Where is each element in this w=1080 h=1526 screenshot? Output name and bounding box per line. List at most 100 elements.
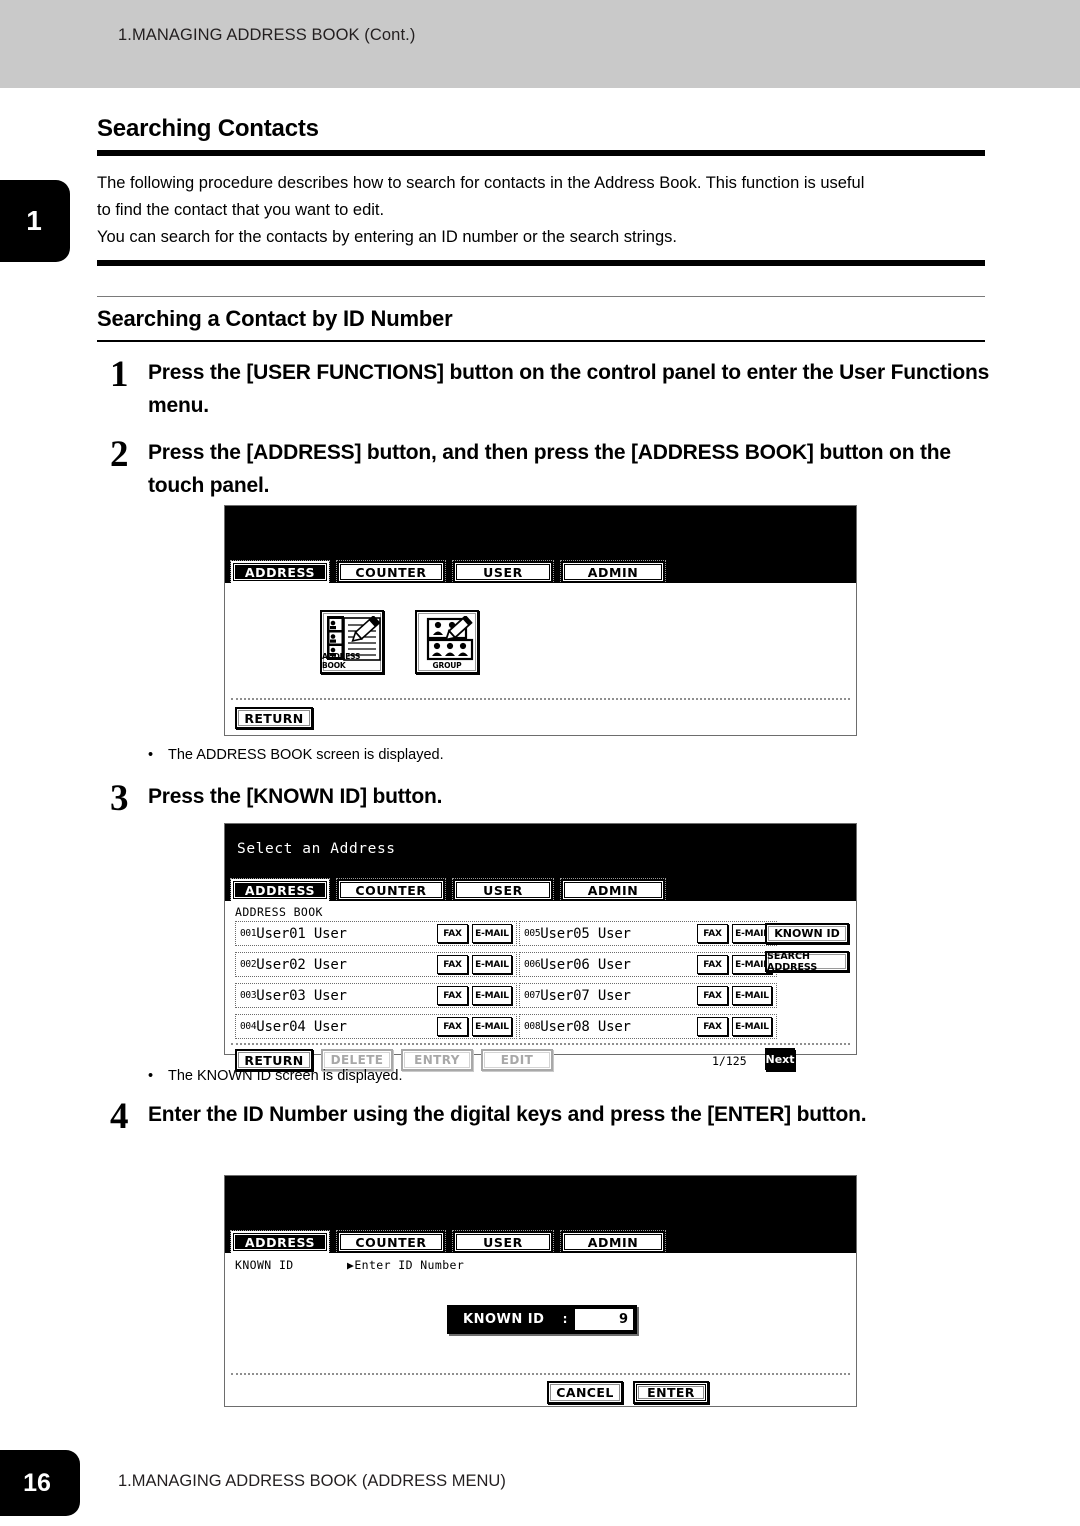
step-1: 1 Press the [USER FUNCTIONS] button on t… <box>110 356 990 422</box>
tab-counter-3[interactable]: COUNTER <box>336 1230 446 1254</box>
step-3-number: 3 <box>110 778 129 819</box>
fax-chip[interactable]: FAX <box>437 1017 468 1036</box>
running-head: 1.MANAGING ADDRESS BOOK (Cont.) <box>118 26 416 44</box>
section-title: Searching Contacts <box>97 115 319 142</box>
subsection-rule-top <box>97 296 985 297</box>
step-3: 3 Press the [KNOWN ID] button. <box>110 778 990 819</box>
tab-counter-2[interactable]: COUNTER <box>336 878 446 902</box>
email-chip[interactable]: E-MAIL <box>472 1017 512 1036</box>
row-name: User04 User <box>256 1018 347 1035</box>
step-2: 2 Press the [ADDRESS] button, and then p… <box>110 436 990 502</box>
row-id: 007 <box>524 990 541 1001</box>
note-2-text: The KNOWN ID screen is displayed. <box>168 1068 403 1084</box>
tab-address-2[interactable]: ADDRESS <box>230 878 330 902</box>
lcd-panel-known-id: ADDRESS COUNTER USER ADMIN KNOWN ID ▶Ent… <box>224 1175 857 1407</box>
note-1: • The ADDRESS BOOK screen is displayed. <box>148 747 444 763</box>
fax-chip[interactable]: FAX <box>697 955 728 974</box>
lcd-separator-2 <box>231 1043 850 1045</box>
step-2-number: 2 <box>110 434 129 475</box>
intro-line-1: The following procedure describes how to… <box>97 174 865 192</box>
tab-admin-3[interactable]: ADMIN <box>560 1230 666 1254</box>
table-row[interactable]: 004 User04 User FAX E-MAIL <box>235 1014 517 1039</box>
lcd-separator-3 <box>231 1373 850 1375</box>
lcd-body-1: ADDRESS BOOK GROUP RETURN <box>225 583 856 735</box>
section-rule-top <box>97 150 985 156</box>
tab-address-3[interactable]: ADDRESS <box>230 1230 330 1254</box>
email-chip[interactable]: E-MAIL <box>472 924 512 943</box>
table-row[interactable]: 006 User06 User FAX E-MAIL <box>519 952 777 977</box>
known-id-prompt: ▶Enter ID Number <box>347 1258 465 1272</box>
tab-counter[interactable]: COUNTER <box>336 560 446 584</box>
table-row[interactable]: 008 User08 User FAX E-MAIL <box>519 1014 777 1039</box>
entry-button[interactable]: ENTRY <box>401 1049 473 1071</box>
fax-chip[interactable]: FAX <box>697 924 728 943</box>
tab-user[interactable]: USER <box>452 560 554 584</box>
chapter-tab: 1 <box>0 180 70 262</box>
fax-chip[interactable]: FAX <box>437 955 468 974</box>
bullet-icon-1: • <box>148 747 154 763</box>
lcd-titlebar-2: Select an Address ADDRESS COUNTER USER A… <box>225 824 856 902</box>
lcd-titlebar-3: ADDRESS COUNTER USER ADMIN <box>225 1176 856 1254</box>
step-3-text: Press the [KNOWN ID] button. <box>148 785 443 808</box>
note-2: • The KNOWN ID screen is displayed. <box>148 1068 403 1084</box>
row-name: User07 User <box>540 987 631 1004</box>
subsection-rule-bottom <box>97 340 985 342</box>
table-row[interactable]: 002 User02 User FAX E-MAIL <box>235 952 517 977</box>
next-button[interactable]: Next <box>765 1048 795 1070</box>
email-chip[interactable]: E-MAIL <box>472 986 512 1005</box>
enter-button[interactable]: ENTER <box>633 1381 709 1404</box>
row-name: User01 User <box>256 925 347 942</box>
email-chip[interactable]: E-MAIL <box>732 1017 772 1036</box>
lcd-body-2: ADDRESS BOOK 001 User01 User FAX E-MAIL … <box>225 901 856 1071</box>
lcd-panel-address-menu: ADDRESS COUNTER USER ADMIN ADDRESS BOOK … <box>224 505 857 736</box>
section-rule-bottom <box>97 260 985 266</box>
lcd-separator-1 <box>231 698 850 700</box>
step-4: 4 Enter the ID Number using the digital … <box>110 1096 990 1137</box>
group-button-label: GROUP <box>432 661 462 670</box>
lcd-titlebar-1: ADDRESS COUNTER USER ADMIN <box>225 506 856 584</box>
known-id-button[interactable]: KNOWN ID <box>765 923 849 944</box>
address-book-button-label: ADDRESS BOOK <box>322 652 361 670</box>
known-id-input[interactable]: 9 <box>575 1309 633 1330</box>
email-chip[interactable]: E-MAIL <box>732 986 772 1005</box>
step-1-text: Press the [USER FUNCTIONS] button on the… <box>148 361 990 417</box>
tab-admin[interactable]: ADMIN <box>560 560 666 584</box>
table-row[interactable]: 005 User05 User FAX E-MAIL <box>519 921 777 946</box>
table-row[interactable]: 003 User03 User FAX E-MAIL <box>235 983 517 1008</box>
known-id-field[interactable]: KNOWN ID : 9 <box>447 1305 637 1334</box>
row-id: 004 <box>240 1021 257 1032</box>
group-button[interactable]: GROUP <box>415 610 479 674</box>
tab-address[interactable]: ADDRESS <box>230 560 330 584</box>
row-name: User02 User <box>256 956 347 973</box>
fax-chip[interactable]: FAX <box>697 1017 728 1036</box>
bullet-icon-2: • <box>148 1068 154 1084</box>
return-button-1[interactable]: RETURN <box>235 707 313 729</box>
address-book-button[interactable]: ADDRESS BOOK <box>320 610 384 674</box>
fax-chip[interactable]: FAX <box>437 924 468 943</box>
cancel-button[interactable]: CANCEL <box>547 1381 623 1404</box>
subsection-title: Searching a Contact by ID Number <box>97 306 453 331</box>
step-4-number: 4 <box>110 1096 129 1137</box>
email-chip[interactable]: E-MAIL <box>472 955 512 974</box>
page-number: 16 <box>23 1468 51 1497</box>
table-row[interactable]: 001 User01 User FAX E-MAIL <box>235 921 517 946</box>
row-id: 005 <box>524 928 541 939</box>
tab-user-3[interactable]: USER <box>452 1230 554 1254</box>
tab-admin-2[interactable]: ADMIN <box>560 878 666 902</box>
chapter-tab-number: 1 <box>26 205 42 236</box>
row-id: 002 <box>240 959 257 970</box>
search-address-button[interactable]: SEARCH ADDRESS <box>765 951 849 973</box>
row-name: User08 User <box>540 1018 631 1035</box>
fax-chip[interactable]: FAX <box>697 986 728 1005</box>
tab-user-2[interactable]: USER <box>452 878 554 902</box>
edit-button[interactable]: EDIT <box>481 1049 553 1071</box>
intro-line-2: to find the contact that you want to edi… <box>97 201 385 219</box>
row-id: 001 <box>240 928 257 939</box>
step-4-text: Enter the ID Number using the digital ke… <box>148 1103 867 1126</box>
fax-chip[interactable]: FAX <box>437 986 468 1005</box>
lcd-body-3: KNOWN ID ▶Enter ID Number KNOWN ID : 9 C… <box>225 1253 856 1406</box>
table-row[interactable]: 007 User07 User FAX E-MAIL <box>519 983 777 1008</box>
lcd-panel-select-address: Select an Address ADDRESS COUNTER USER A… <box>224 823 857 1071</box>
row-id: 003 <box>240 990 257 1001</box>
lcd-tabbar-3: ADDRESS COUNTER USER ADMIN <box>225 1223 856 1254</box>
